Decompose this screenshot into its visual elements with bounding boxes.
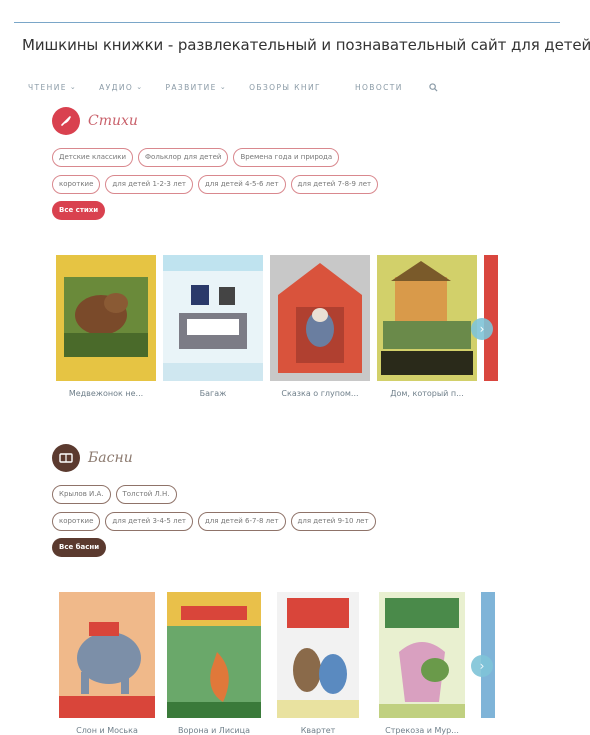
tag-folklore[interactable]: Фольклор для детей bbox=[138, 148, 229, 167]
tag-seasons[interactable]: Времена года и природа bbox=[233, 148, 340, 167]
book-carousel-fables: Слон и Моська Ворона и Лисица Квартет Ст… bbox=[59, 592, 502, 735]
nav-label: НОВОСТИ bbox=[354, 82, 403, 92]
book-title: Дом, который п... bbox=[390, 389, 464, 398]
nav-item-development[interactable]: РАЗВИТИЕ ⌄ bbox=[165, 83, 227, 92]
book-title: Слон и Моська bbox=[76, 726, 138, 735]
book-cover bbox=[56, 255, 156, 381]
nav-label: ЧТЕНИЕ bbox=[28, 82, 67, 92]
carousel-next-button[interactable]: › bbox=[471, 318, 493, 340]
section-header: Басни bbox=[52, 443, 381, 473]
book-card[interactable]: Стрекоза и Мур... bbox=[379, 592, 465, 735]
book-card[interactable]: Ворона и Лисица bbox=[167, 592, 261, 735]
tag-row: Детские классики Фольклор для детей Врем… bbox=[52, 148, 383, 167]
nav-item-reading[interactable]: ЧТЕНИЕ ⌄ bbox=[28, 83, 77, 92]
tag-age-4-6[interactable]: для детей 4-5-6 лет bbox=[197, 175, 286, 194]
book-cover bbox=[377, 255, 477, 381]
book-title: Медвежонок не... bbox=[68, 389, 144, 398]
tag-short[interactable]: короткие bbox=[52, 175, 101, 194]
tag-age-6-8[interactable]: для детей 6-7-8 лет bbox=[197, 512, 286, 531]
search-icon[interactable] bbox=[429, 82, 438, 92]
nav-label: АУДИО bbox=[99, 82, 134, 92]
feather-icon bbox=[52, 107, 80, 135]
book-cover bbox=[163, 255, 263, 381]
nav-item-news[interactable]: НОВОСТИ bbox=[355, 83, 403, 92]
carousel-next-button[interactable]: › bbox=[471, 655, 493, 677]
book-title: Стрекоза и Мур... bbox=[385, 726, 459, 735]
chevron-down-icon: ⌄ bbox=[69, 83, 78, 91]
book-title: Багаж bbox=[199, 389, 227, 398]
top-divider bbox=[14, 22, 560, 23]
book-cover bbox=[167, 592, 261, 718]
tag-krylov[interactable]: Крылов И.А. bbox=[52, 485, 111, 504]
book-card[interactable]: Слон и Моська bbox=[59, 592, 155, 735]
book-title: Ворона и Лисица bbox=[178, 726, 250, 735]
main-nav: ЧТЕНИЕ ⌄ АУДИО ⌄ РАЗВИТИЕ ⌄ ОБЗОРЫ КНИГ НОВ… bbox=[28, 80, 438, 94]
tag-age-3-5[interactable]: для детей 3-4-5 лет bbox=[105, 512, 193, 531]
chevron-down-icon: ⌄ bbox=[219, 83, 228, 91]
book-card[interactable]: Багаж bbox=[163, 255, 263, 398]
book-card[interactable]: Сказка о глупом... bbox=[270, 255, 370, 398]
book-cover bbox=[59, 592, 155, 718]
section-title: Стихи bbox=[88, 113, 138, 129]
book-card[interactable]: Медвежонок не... bbox=[56, 255, 156, 398]
chevron-right-icon: › bbox=[479, 322, 485, 336]
section-poems: Стихи Детские классики Фольклор для дете… bbox=[52, 106, 383, 220]
tag-short[interactable]: короткие bbox=[52, 512, 101, 531]
nav-label: ОБЗОРЫ КНИГ bbox=[249, 82, 321, 92]
book-cover bbox=[379, 592, 465, 718]
section-title: Басни bbox=[88, 450, 133, 466]
tag-row: короткие для детей 1-2-3 лет для детей 4… bbox=[52, 175, 383, 194]
book-title: Квартет bbox=[300, 726, 336, 735]
site-title: Мишкины книжки - развлекательный и позна… bbox=[22, 36, 590, 54]
nav-label: РАЗВИТИЕ bbox=[165, 82, 217, 92]
tag-age-7-9[interactable]: для детей 7-8-9 лет bbox=[290, 175, 379, 194]
tag-age-9-10[interactable]: для детей 9-10 лет bbox=[290, 512, 376, 531]
tag-classics[interactable]: Детские классики bbox=[52, 148, 134, 167]
chevron-right-icon: › bbox=[479, 659, 485, 673]
tag-tolstoy[interactable]: Толстой Л.Н. bbox=[115, 485, 177, 504]
book-title: Сказка о глупом... bbox=[281, 389, 359, 398]
all-poems-button[interactable]: Все стихи bbox=[52, 201, 106, 220]
tag-age-1-3[interactable]: для детей 1-2-3 лет bbox=[105, 175, 193, 194]
tag-row: короткие для детей 3-4-5 лет для детей 6… bbox=[52, 512, 381, 531]
book-icon bbox=[52, 444, 80, 472]
book-cover bbox=[270, 255, 370, 381]
chevron-down-icon: ⌄ bbox=[136, 83, 144, 91]
section-header: Стихи bbox=[52, 106, 383, 136]
tag-row: Крылов И.А. Толстой Л.Н. bbox=[52, 485, 381, 504]
book-card[interactable]: Квартет bbox=[277, 592, 359, 735]
nav-item-audio[interactable]: АУДИО ⌄ bbox=[99, 83, 143, 92]
all-fables-button[interactable]: Все басни bbox=[52, 538, 107, 557]
section-fables: Басни Крылов И.А. Толстой Л.Н. короткие … bbox=[52, 443, 381, 557]
nav-item-book-reviews[interactable]: ОБЗОРЫ КНИГ bbox=[249, 83, 321, 92]
book-carousel-poems: Медвежонок не... Багаж Сказка о глупом..… bbox=[56, 255, 505, 398]
book-cover bbox=[277, 592, 359, 718]
book-card[interactable]: Дом, который п... bbox=[377, 255, 477, 398]
